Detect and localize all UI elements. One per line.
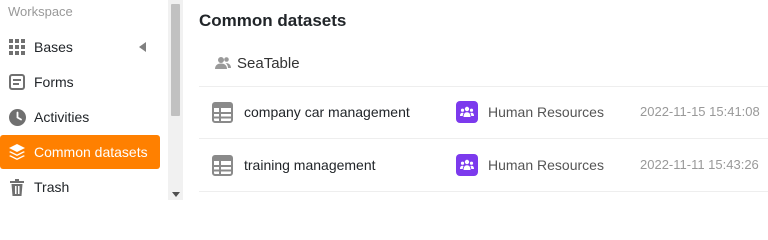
department-name: Human Resources bbox=[488, 104, 604, 120]
table-icon bbox=[212, 102, 233, 128]
timestamp: 2022-11-15 15:41:08 bbox=[640, 104, 760, 119]
group-label: SeaTable bbox=[237, 54, 300, 72]
form-icon bbox=[8, 73, 26, 91]
department: Human Resources bbox=[456, 101, 604, 123]
clock-icon bbox=[8, 108, 26, 126]
group-header: SeaTable bbox=[199, 40, 768, 87]
department: Human Resources bbox=[456, 154, 604, 176]
dataset-row[interactable]: company car management Human Resources 2… bbox=[199, 87, 768, 139]
dataset-row[interactable]: training management Human Resources 2022… bbox=[199, 140, 768, 192]
sidebar-item-forms[interactable]: Forms bbox=[0, 65, 160, 99]
workspace-title: Workspace bbox=[8, 4, 73, 19]
sidebar-item-activities[interactable]: Activities bbox=[0, 100, 160, 134]
dataset-name[interactable]: training management bbox=[244, 157, 376, 173]
department-name: Human Resources bbox=[488, 157, 604, 173]
scroll-down-arrow-icon[interactable] bbox=[172, 192, 180, 197]
scrollbar-thumb[interactable] bbox=[171, 4, 180, 116]
sidebar-item-trash[interactable]: Trash bbox=[0, 170, 160, 200]
group-badge-icon bbox=[456, 154, 478, 176]
group-badge-icon bbox=[456, 101, 478, 123]
grid-icon bbox=[8, 38, 26, 56]
collapse-caret-icon[interactable] bbox=[139, 42, 146, 52]
timestamp: 2022-11-11 15:43:26 bbox=[640, 157, 759, 172]
sidebar-item-label: Forms bbox=[34, 74, 74, 90]
sidebar-scrollbar[interactable] bbox=[168, 0, 183, 200]
sidebar-item-bases[interactable]: Bases bbox=[0, 30, 160, 64]
app-window: Workspace Bases Forms Activities Common … bbox=[0, 0, 768, 200]
sidebar-item-label: Bases bbox=[34, 39, 73, 55]
sidebar-item-label: Common datasets bbox=[34, 144, 148, 160]
table-icon bbox=[212, 155, 233, 181]
sidebar-item-label: Activities bbox=[34, 109, 90, 125]
dataset-name[interactable]: company car management bbox=[244, 104, 410, 120]
layers-icon bbox=[8, 143, 26, 161]
sidebar: Workspace Bases Forms Activities Common … bbox=[0, 0, 168, 200]
main-content: Common datasets SeaTable company car man… bbox=[183, 0, 768, 200]
trash-icon bbox=[8, 178, 26, 196]
page-title: Common datasets bbox=[199, 11, 347, 30]
users-icon bbox=[215, 56, 231, 70]
sidebar-item-common-datasets[interactable]: Common datasets bbox=[0, 135, 160, 169]
sidebar-item-label: Trash bbox=[34, 179, 70, 195]
